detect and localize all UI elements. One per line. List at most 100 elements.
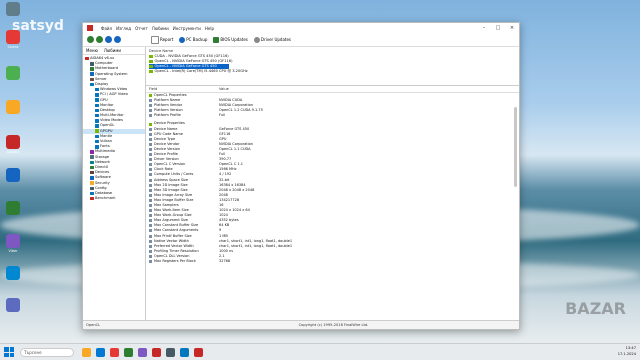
tree-item[interactable]: Benchmark — [83, 196, 145, 201]
desktop-icon[interactable] — [4, 168, 22, 183]
taskbar-app-icon[interactable] — [194, 347, 203, 357]
property-icon — [149, 224, 152, 228]
desktop-icon[interactable] — [4, 2, 22, 17]
menu-item[interactable]: Любими — [152, 26, 169, 31]
taskbar-app-icon[interactable] — [96, 347, 105, 357]
desktop-icon[interactable] — [4, 100, 22, 115]
property-icon — [149, 178, 152, 182]
pc-backup-button[interactable]: PC Backup — [179, 36, 207, 43]
gpu-icon — [149, 64, 153, 69]
property-icon — [149, 104, 152, 108]
app-icon — [6, 168, 20, 182]
property-icon — [149, 254, 152, 258]
property-icon — [149, 147, 152, 151]
tree-node-icon — [90, 62, 94, 66]
properties-grid: OpenCL Properties Platform Name NVIDIA CUD… — [146, 93, 519, 264]
column-field[interactable]: Field — [149, 87, 219, 91]
property-icon — [149, 132, 152, 136]
tab-favorites[interactable]: Любими — [104, 48, 121, 53]
app-icon — [6, 266, 20, 280]
taskbar-app-icon[interactable] — [166, 347, 175, 357]
content-pane: Device Name CUDA - NVIDIA GeForce GTS 45… — [146, 47, 519, 321]
property-icon — [149, 114, 152, 118]
property-icon — [149, 249, 152, 253]
close-button[interactable]: × — [505, 23, 519, 33]
desktop-icon[interactable]: AIDA64 — [4, 135, 22, 154]
desktop-icon[interactable]: Opera — [4, 30, 22, 49]
property-icon — [149, 234, 152, 238]
tree-node-icon — [90, 72, 94, 76]
search-icon — [253, 36, 260, 43]
start-button[interactable] — [4, 347, 14, 357]
status-left: OpenCL — [86, 323, 101, 327]
taskbar: Търсене 13:47 17.1.2024 — [0, 343, 640, 360]
taskbar-app-icon[interactable] — [124, 347, 133, 357]
minimize-button[interactable]: – — [477, 23, 491, 33]
device-list: Device Name CUDA - NVIDIA GeForce GTS 45… — [146, 47, 519, 86]
tree-node-icon — [95, 103, 99, 108]
refresh-icon[interactable] — [114, 36, 121, 43]
taskbar-app-icon[interactable] — [152, 347, 161, 357]
app-icon — [6, 2, 20, 16]
device-item[interactable]: OpenCL - Intel(R) Core(TM) i5-4460 CPU @… — [149, 69, 516, 74]
report-button[interactable]: Report — [151, 35, 173, 44]
property-icon — [149, 183, 152, 187]
taskbar-app-icon[interactable] — [180, 347, 189, 357]
system-tray-clock[interactable]: 13:47 17.1.2024 — [618, 345, 636, 357]
property-icon — [149, 153, 152, 157]
toolbar: Report PC Backup BIOS Updates Driver Upd… — [83, 33, 519, 47]
tree-node-icon — [90, 176, 94, 180]
window-controls: – □ × — [477, 23, 519, 33]
desktop-icon[interactable] — [4, 66, 22, 81]
property-icon — [149, 158, 152, 162]
tree-node-icon — [95, 93, 99, 97]
scrollbar[interactable] — [514, 107, 517, 187]
forward-icon[interactable] — [96, 36, 103, 43]
tree-node-icon — [95, 134, 99, 139]
status-bar: OpenCL Copyright (c) 1995-2018 FinalWire… — [83, 320, 519, 329]
app-icon — [6, 135, 20, 149]
clock-date: 17.1.2024 — [617, 352, 636, 356]
app-icon — [6, 201, 20, 215]
taskbar-app-icon[interactable] — [138, 347, 147, 357]
taskbar-app-icon[interactable] — [82, 347, 91, 357]
menu-item[interactable]: Отчет — [135, 26, 148, 31]
tree-node-icon — [90, 77, 94, 82]
property-icon — [149, 244, 152, 248]
aida64-window[interactable]: Файл Изглед Отчет Любими Инструменти Help – □… — [82, 22, 520, 330]
property-icon — [149, 173, 152, 177]
column-value[interactable]: Value — [219, 87, 229, 91]
menu-item[interactable]: Изглед — [116, 26, 131, 31]
desktop-icon-label: AIDA64 — [6, 150, 20, 154]
bios-updates-button[interactable]: BIOS Updates — [213, 36, 248, 43]
section-icon — [149, 122, 152, 126]
menu-item[interactable]: Инструменти — [173, 26, 201, 31]
property-icon — [149, 163, 152, 167]
desktop-icon[interactable] — [4, 266, 22, 281]
nav-buttons — [83, 36, 151, 43]
device-label: OpenCL - Intel(R) Core(TM) i5-4460 CPU @… — [154, 69, 248, 73]
tree-node-icon — [90, 165, 94, 170]
desktop-icon[interactable]: Viber — [4, 234, 22, 253]
tree-node-icon — [90, 191, 94, 196]
column-headers: Field Value — [146, 86, 519, 93]
up-icon[interactable] — [105, 36, 112, 43]
desktop-icon[interactable] — [4, 298, 22, 313]
tree-item-label: Benchmark — [95, 196, 116, 201]
taskbar-search[interactable]: Търсене — [20, 347, 74, 357]
menu-item[interactable]: Help — [205, 26, 214, 31]
desktop-icon[interactable] — [4, 201, 22, 216]
back-icon[interactable] — [87, 36, 94, 43]
property-icon — [149, 219, 152, 223]
menu-item[interactable]: Файл — [101, 26, 112, 31]
taskbar-app-icon[interactable] — [110, 347, 119, 357]
property-icon — [149, 109, 152, 113]
title-bar[interactable]: Файл Изглед Отчет Любими Инструменти Help – □… — [83, 23, 519, 33]
property-icon — [149, 137, 152, 141]
tab-menu[interactable]: Меню — [86, 48, 98, 53]
tree-node-icon — [95, 98, 99, 102]
tree-node-icon — [95, 113, 99, 118]
driver-updates-button[interactable]: Driver Updates — [253, 36, 291, 43]
property-row[interactable]: Max Registers Per Block 32768 — [149, 259, 519, 264]
maximize-button[interactable]: □ — [491, 23, 505, 33]
